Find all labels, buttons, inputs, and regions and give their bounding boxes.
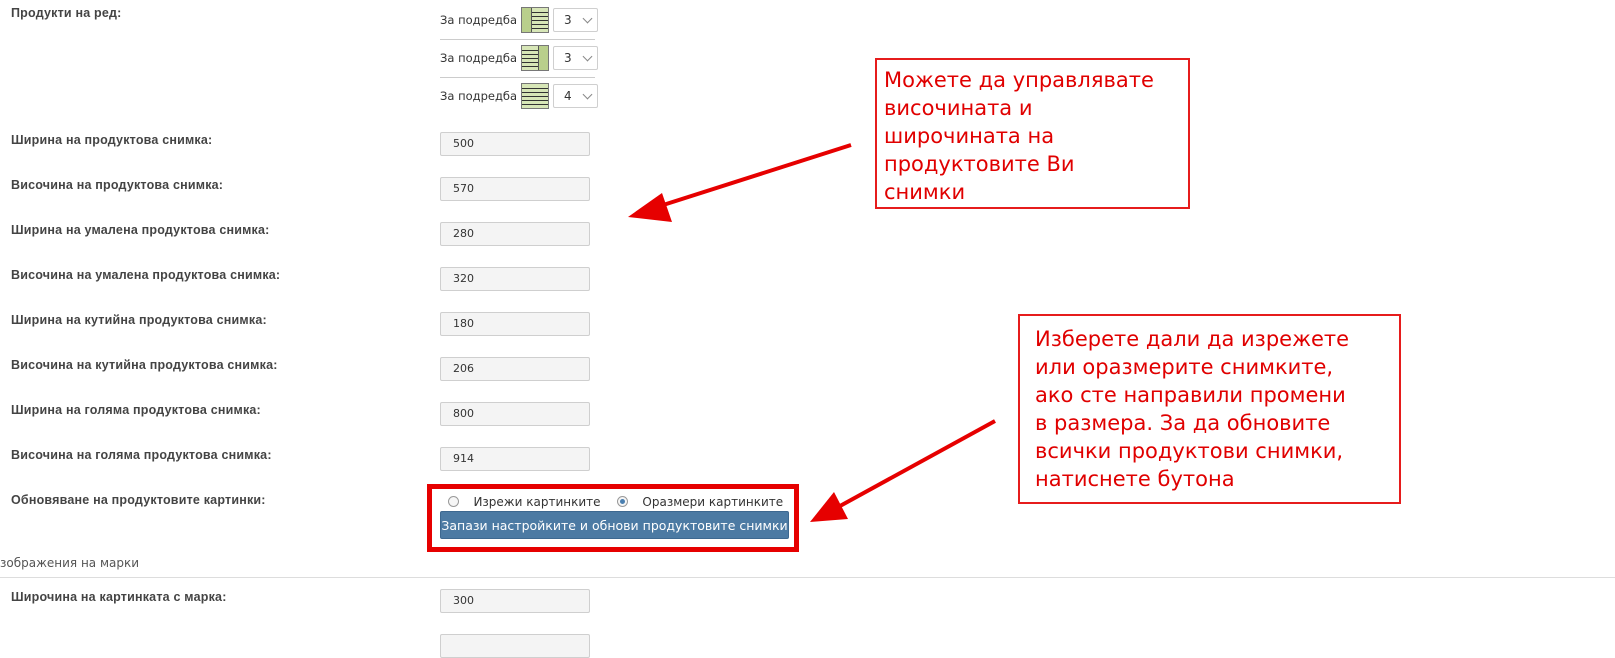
layout-option-label: За подредба <box>440 89 518 103</box>
brand-width-input[interactable]: 300 <box>440 589 590 613</box>
image-width-label: Ширина на продуктова снимка: <box>11 133 213 147</box>
arrow-sizes <box>659 143 852 208</box>
divider <box>440 39 595 40</box>
radio-resize-label: Оразмери картинките <box>642 494 784 509</box>
divider <box>0 577 1615 578</box>
layout-option-left: За подредба 3 <box>440 5 599 35</box>
thumb-width-input[interactable]: 280 <box>440 222 590 246</box>
large-height-input[interactable]: 914 <box>440 447 590 471</box>
arrow-sizes-head <box>628 193 672 222</box>
layout-option-right: За подредба 3 <box>440 43 599 73</box>
layout-option-full: За подредба 4 <box>440 81 599 111</box>
update-mode-radios: Изрежи картинките Оразмери картинките <box>448 493 783 511</box>
arrow-update-head <box>810 492 848 522</box>
products-per-row-select-right[interactable]: 3 <box>553 46 599 70</box>
image-width-input[interactable]: 500 <box>440 132 590 156</box>
thumb-height-label: Височина на умалена продуктова снимка: <box>11 268 281 282</box>
image-height-input[interactable]: 570 <box>440 177 590 201</box>
layout-option-label: За подредба <box>440 13 518 27</box>
box-width-label: Ширина на кутийна продуктова снимка: <box>11 313 267 327</box>
select-value: 3 <box>564 13 572 27</box>
radio-crop[interactable] <box>448 496 459 508</box>
chevron-down-icon <box>582 13 593 23</box>
brand-images-section-title: зображения на марки <box>0 556 140 570</box>
next-input-partial[interactable] <box>440 634 590 658</box>
layout-right-sidebar-icon <box>521 45 550 71</box>
update-images-label: Обновяване на продуктовите картинки: <box>11 493 266 507</box>
layout-full-width-icon <box>521 83 550 109</box>
products-per-row-select-left[interactable]: 3 <box>553 8 599 32</box>
large-width-label: Ширина на голяма продуктова снимка: <box>11 403 261 417</box>
layout-option-label: За подредба <box>440 51 518 65</box>
large-height-label: Височина на голяма продуктова снимка: <box>11 448 272 462</box>
layout-left-sidebar-icon <box>521 7 550 33</box>
save-and-update-button[interactable]: Запази настройките и обнови продуктовите… <box>440 511 789 539</box>
thumb-width-label: Ширина на умалена продуктова снимка: <box>11 223 270 237</box>
box-width-input[interactable]: 180 <box>440 312 590 336</box>
divider <box>440 77 595 78</box>
thumb-height-input[interactable]: 320 <box>440 267 590 291</box>
radio-resize[interactable] <box>616 496 628 508</box>
brand-width-label: Широчина на картинката с марка: <box>11 590 227 604</box>
arrow-update <box>839 419 996 508</box>
image-height-label: Височина на продуктова снимка: <box>11 178 224 192</box>
select-value: 4 <box>564 89 572 103</box>
callout-sizes: Можете да управлявате височината и широчин… <box>875 58 1190 209</box>
large-width-input[interactable]: 800 <box>440 402 590 426</box>
products-per-row-label: Продукти на ред: <box>11 6 122 20</box>
chevron-down-icon <box>582 89 593 99</box>
box-height-input[interactable]: 206 <box>440 357 590 381</box>
chevron-down-icon <box>582 51 593 61</box>
products-per-row-select-full[interactable]: 4 <box>553 84 599 108</box>
box-height-label: Височина на кутийна продуктова снимка: <box>11 358 278 372</box>
callout-update: Изберете дали да изрежете или оразмерите … <box>1018 314 1401 504</box>
select-value: 3 <box>564 51 572 65</box>
radio-crop-label: Изрежи картинките <box>473 494 601 509</box>
